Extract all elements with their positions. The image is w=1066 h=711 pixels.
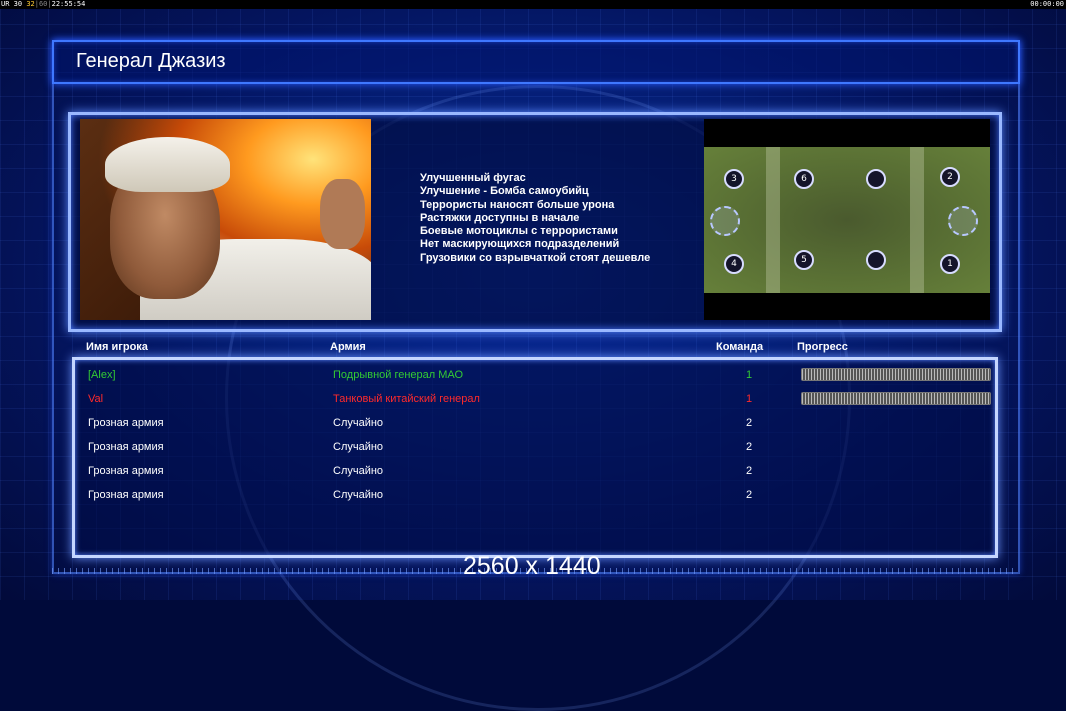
player-army: Подрывной генерал МАО (333, 369, 464, 381)
debug-label: UR (1, 0, 10, 8)
player-list: [Alex] Подрывной генерал МАО 1 Val Танко… (72, 357, 998, 558)
map-road (910, 147, 924, 293)
debug-stats: UR 30 32|60|22:55:54 (1, 0, 86, 8)
debug-fps: 30 (13, 0, 23, 8)
map-base-east (948, 206, 978, 236)
column-header-player: Имя игрока (86, 341, 148, 353)
start-position-6[interactable]: 6 (794, 169, 814, 189)
player-name: Грозная армия (88, 417, 164, 429)
player-name: [Alex] (88, 369, 116, 381)
player-row[interactable]: Грозная армия Случайно 2 (75, 461, 995, 485)
portrait-hand (320, 179, 365, 249)
player-name: Грозная армия (88, 489, 164, 501)
player-army: Танковый китайский генерал (333, 393, 480, 405)
player-team: 2 (745, 417, 753, 429)
debug-overlay: UR 30 32|60|22:55:54 00:00:00 (0, 0, 1066, 9)
general-portrait (80, 119, 371, 320)
page-title: Генерал Джазиз (76, 50, 226, 72)
start-position-3[interactable]: 3 (724, 169, 744, 189)
player-row[interactable]: Грозная армия Случайно 2 (75, 437, 995, 461)
start-position-4[interactable]: 4 (724, 254, 744, 274)
map-road (766, 147, 780, 293)
resolution-label: 2560 x 1440 (463, 552, 601, 580)
start-position-empty[interactable] (866, 250, 886, 270)
player-army: Случайно (333, 489, 384, 501)
game-timer: 00:00:00 (1030, 0, 1064, 8)
player-army: Случайно (333, 441, 384, 453)
feature-item: Террористы наносят больше урона (420, 198, 615, 211)
feature-item: Грузовики со взрывчаткой стоят дешевле (420, 251, 651, 264)
column-header-army: Армия (330, 341, 366, 353)
player-row[interactable]: Грозная армия Случайно 2 (75, 413, 995, 437)
start-position-empty[interactable] (866, 169, 886, 189)
progress-bar (801, 368, 991, 381)
column-header-team: Команда (716, 341, 764, 353)
feature-item: Растяжки доступны в начале (420, 211, 580, 224)
progress-bar (801, 392, 991, 405)
general-features-list: Улучшенный фугас Улучшение - Бомба самоу… (420, 172, 650, 265)
player-row[interactable]: [Alex] Подрывной генерал МАО 1 (75, 365, 995, 389)
player-row[interactable]: Грозная армия Случайно 2 (75, 485, 995, 509)
player-name: Грозная армия (88, 465, 164, 477)
player-team: 1 (745, 393, 753, 405)
player-name: Грозная армия (88, 441, 164, 453)
player-army: Случайно (333, 417, 384, 429)
column-header-progress: Прогресс (797, 341, 848, 353)
map-preview: 3 6 2 4 5 1 (704, 119, 990, 320)
player-team: 2 (745, 465, 753, 477)
start-position-2[interactable]: 2 (940, 167, 960, 187)
debug-clock: 22:55:54 (51, 0, 86, 8)
start-position-5[interactable]: 5 (794, 250, 814, 270)
portrait-turban (105, 137, 230, 192)
feature-item: Улучшенный фугас (420, 172, 526, 184)
player-team: 2 (745, 489, 753, 501)
player-name: Val (88, 393, 104, 405)
player-army: Случайно (333, 465, 384, 477)
feature-item: Улучшение - Бомба самоубийц (420, 185, 589, 198)
map-base-west (710, 206, 740, 236)
debug-value-a: 32 (26, 0, 35, 8)
feature-item: Боевые мотоциклы с террористами (420, 225, 618, 238)
player-row[interactable]: Val Танковый китайский генерал 1 (75, 389, 995, 413)
player-team: 1 (745, 369, 753, 381)
player-team: 2 (745, 441, 753, 453)
feature-item: Нет маскирующихся подразделений (420, 238, 620, 251)
start-position-1[interactable]: 1 (940, 254, 960, 274)
